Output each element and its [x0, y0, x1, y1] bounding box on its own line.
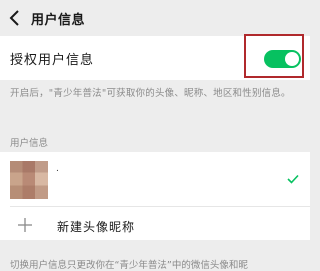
- toggle-knob: [285, 52, 299, 66]
- section-label: 用户信息: [10, 138, 49, 149]
- user-nickname: .: [56, 164, 59, 174]
- navigation-bar: 用户信息: [0, 0, 310, 36]
- authorize-label: 授权用户信息: [10, 53, 95, 68]
- user-profile-row[interactable]: .: [0, 152, 310, 206]
- authorize-description: 开启后，"青少年普法"可获取你的头像、昵称、地区和性别信息。: [10, 88, 291, 99]
- user-info-list: . 新建头像昵称: [0, 152, 310, 240]
- footer-note: 切换用户信息只更改你在“青少年普法”中的微信头像和昵: [10, 260, 248, 271]
- avatar: [10, 161, 48, 199]
- authorize-toggle[interactable]: [264, 50, 301, 68]
- page-title: 用户信息: [31, 13, 86, 28]
- back-arrow-icon[interactable]: [8, 8, 22, 28]
- new-avatar-nickname-row[interactable]: 新建头像昵称: [0, 206, 310, 240]
- new-avatar-nickname-label: 新建头像昵称: [57, 220, 136, 234]
- plus-icon: [18, 218, 32, 232]
- checkmark-icon: [287, 174, 299, 184]
